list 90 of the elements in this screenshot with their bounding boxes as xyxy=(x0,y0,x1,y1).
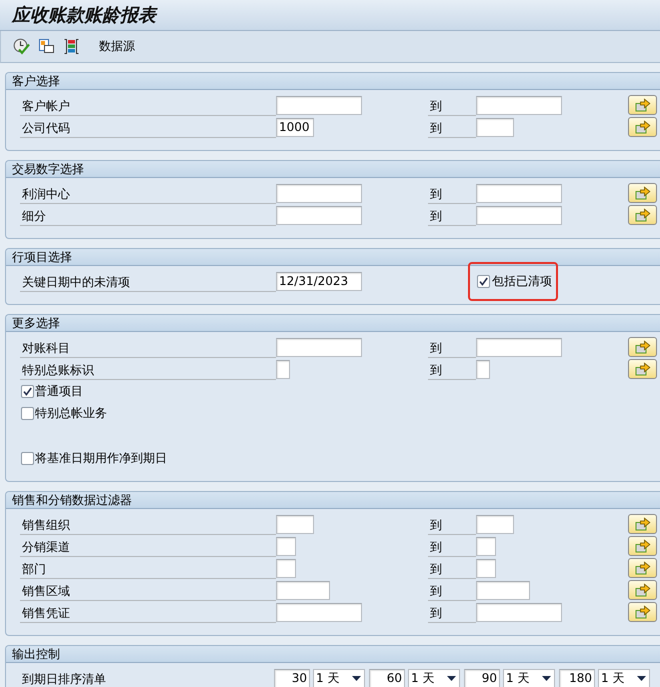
dropdown-arrow-icon xyxy=(447,676,456,680)
clock-check-icon[interactable] xyxy=(13,38,30,55)
checkbox-label: 将基准日期用作净到期日 xyxy=(35,450,167,466)
input-field[interactable] xyxy=(476,338,562,356)
multiple-selection-button[interactable] xyxy=(628,359,657,379)
multiple-selection-button[interactable] xyxy=(628,558,657,578)
section-title: 更多选择 xyxy=(6,315,660,332)
arrow-to-box-icon xyxy=(634,98,650,112)
input-field[interactable] xyxy=(276,536,296,556)
checkbox-label: 特别总帐业务 xyxy=(35,404,107,422)
tick-icon xyxy=(479,276,488,286)
input-field[interactable] xyxy=(276,514,314,534)
unit-dropdown[interactable]: 1 天 xyxy=(503,668,555,687)
field-label: 分销渠道 xyxy=(20,535,276,557)
input-field[interactable] xyxy=(276,602,362,622)
arrow-to-box-icon xyxy=(634,120,650,134)
field-label: 关键日期中的未清项 xyxy=(20,270,276,292)
section-title: 交易数字选择 xyxy=(6,161,660,178)
input-field[interactable] xyxy=(476,118,514,136)
input-field[interactable] xyxy=(476,360,490,378)
stacked-pages-icon[interactable] xyxy=(38,38,55,55)
data-source-button[interactable]: 数据源 xyxy=(99,38,135,55)
date-field[interactable]: 12/31/2023 xyxy=(276,272,362,290)
input-field[interactable] xyxy=(276,360,290,378)
input-field[interactable] xyxy=(476,514,514,534)
input-field[interactable] xyxy=(276,338,362,356)
days-field[interactable]: 60 xyxy=(369,668,405,687)
multiple-selection-button[interactable] xyxy=(628,337,657,357)
section-title: 客户选择 xyxy=(6,73,660,90)
arrow-to-box-icon xyxy=(634,605,650,619)
section-title: 行项目选择 xyxy=(6,249,660,266)
multiple-selection-button[interactable] xyxy=(628,514,657,534)
multiple-selection-button[interactable] xyxy=(628,602,657,622)
input-field[interactable] xyxy=(276,580,330,600)
window-title: 应收账款账龄报表 xyxy=(12,4,156,27)
days-field[interactable]: 30 xyxy=(274,668,310,687)
input-field[interactable] xyxy=(476,558,496,578)
input-field[interactable] xyxy=(476,580,530,600)
checkbox-label: 包括已清项 xyxy=(492,272,552,290)
checkbox[interactable] xyxy=(477,274,490,288)
field-label: 销售组织 xyxy=(20,513,276,535)
arrow-to-box-icon xyxy=(634,583,650,597)
input-field[interactable] xyxy=(476,96,562,114)
field-label: 部门 xyxy=(20,557,276,579)
multiple-selection-button[interactable] xyxy=(628,183,657,203)
arrow-to-box-icon xyxy=(634,340,650,354)
checkbox-label: 普通项目 xyxy=(35,382,83,400)
checkbox[interactable] xyxy=(21,384,34,398)
colored-list-icon[interactable] xyxy=(63,38,80,55)
multiple-selection-button[interactable] xyxy=(628,117,657,137)
unit-dropdown[interactable]: 1 天 xyxy=(313,668,365,687)
section-title: 销售和分销数据过滤器 xyxy=(6,492,660,509)
input-field[interactable] xyxy=(476,184,562,202)
dropdown-arrow-icon xyxy=(352,676,361,680)
arrow-to-box-icon xyxy=(634,362,650,376)
input-field[interactable] xyxy=(476,536,496,556)
arrow-to-box-icon xyxy=(634,561,650,575)
days-field[interactable]: 90 xyxy=(464,668,500,687)
input-field[interactable] xyxy=(276,206,362,224)
checkbox[interactable] xyxy=(21,452,34,464)
unit-dropdown[interactable]: 1 天 xyxy=(598,668,650,687)
multiple-selection-button[interactable] xyxy=(628,580,657,600)
multiple-selection-button[interactable] xyxy=(628,95,657,115)
dropdown-arrow-icon xyxy=(542,676,551,680)
field-label: 细分 xyxy=(20,204,276,226)
field-label: 特别总账标识 xyxy=(20,358,276,380)
arrow-to-box-icon xyxy=(634,539,650,553)
field-label: 销售凭证 xyxy=(20,601,276,623)
section-title: 输出控制 xyxy=(6,646,660,663)
tick-icon xyxy=(23,386,32,396)
checkbox[interactable] xyxy=(21,406,34,420)
field-label: 对账科目 xyxy=(20,336,276,358)
multiple-selection-button[interactable] xyxy=(628,205,657,225)
days-field[interactable]: 180 xyxy=(559,668,595,687)
input-field[interactable] xyxy=(276,96,362,114)
input-field[interactable] xyxy=(476,602,562,622)
input-field[interactable] xyxy=(276,558,296,578)
arrow-to-box-icon xyxy=(634,208,650,222)
field-label: 客户帐户 xyxy=(20,94,276,116)
multiple-selection-button[interactable] xyxy=(628,536,657,556)
input-field[interactable] xyxy=(276,184,362,202)
arrow-to-box-icon xyxy=(634,517,650,531)
dropdown-arrow-icon xyxy=(637,676,646,680)
input-field[interactable]: 1000 xyxy=(276,118,314,136)
arrow-to-box-icon xyxy=(634,186,650,200)
field-label: 销售区域 xyxy=(20,579,276,601)
unit-dropdown[interactable]: 1 天 xyxy=(408,668,460,687)
field-label: 公司代码 xyxy=(20,116,276,138)
input-field[interactable] xyxy=(476,206,562,224)
field-label: 利润中心 xyxy=(20,182,276,204)
